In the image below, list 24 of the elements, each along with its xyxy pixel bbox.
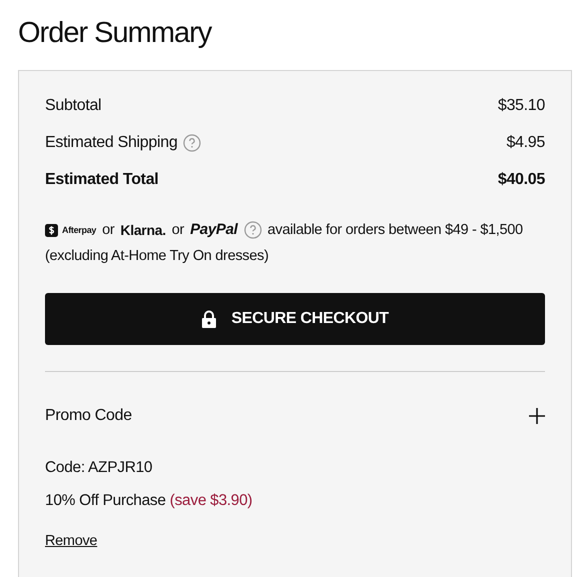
summary-label: Estimated Shipping [45, 133, 178, 153]
plus-icon[interactable] [529, 408, 545, 424]
afterpay-logo: Afterpay [62, 224, 96, 237]
help-icon[interactable] [244, 221, 262, 239]
or-text: or [102, 221, 114, 240]
dollar-badge-icon [45, 224, 58, 236]
promo-code: Code: AZPJR10 [45, 458, 154, 478]
lock-icon [201, 310, 218, 328]
summary-label: Estimated Total [45, 170, 158, 190]
exclusion-note: (excluding At-Home Try On dresses) [45, 247, 270, 266]
checkout-button[interactable]: SECURE CHECKOUT [45, 293, 545, 345]
or-text: or [172, 221, 184, 240]
page-title: Order Summary [18, 16, 213, 51]
discount-text: 10% Off Purchase (save $3.90) [45, 491, 254, 512]
summary-value: $4.95 [506, 133, 545, 153]
klarna-logo: Klarna. [120, 221, 166, 240]
availability-text: available for orders between $49 - $1,500 [268, 221, 523, 240]
summary-value: $40.05 [498, 170, 545, 190]
summary-label: Subtotal [45, 96, 102, 116]
paypal-logo: PayPal [190, 220, 238, 240]
remove-link[interactable]: Remove [45, 530, 98, 552]
promo-code-label: Promo Code [45, 406, 132, 426]
help-icon[interactable] [183, 134, 202, 152]
summary-value: $35.10 [498, 96, 545, 116]
